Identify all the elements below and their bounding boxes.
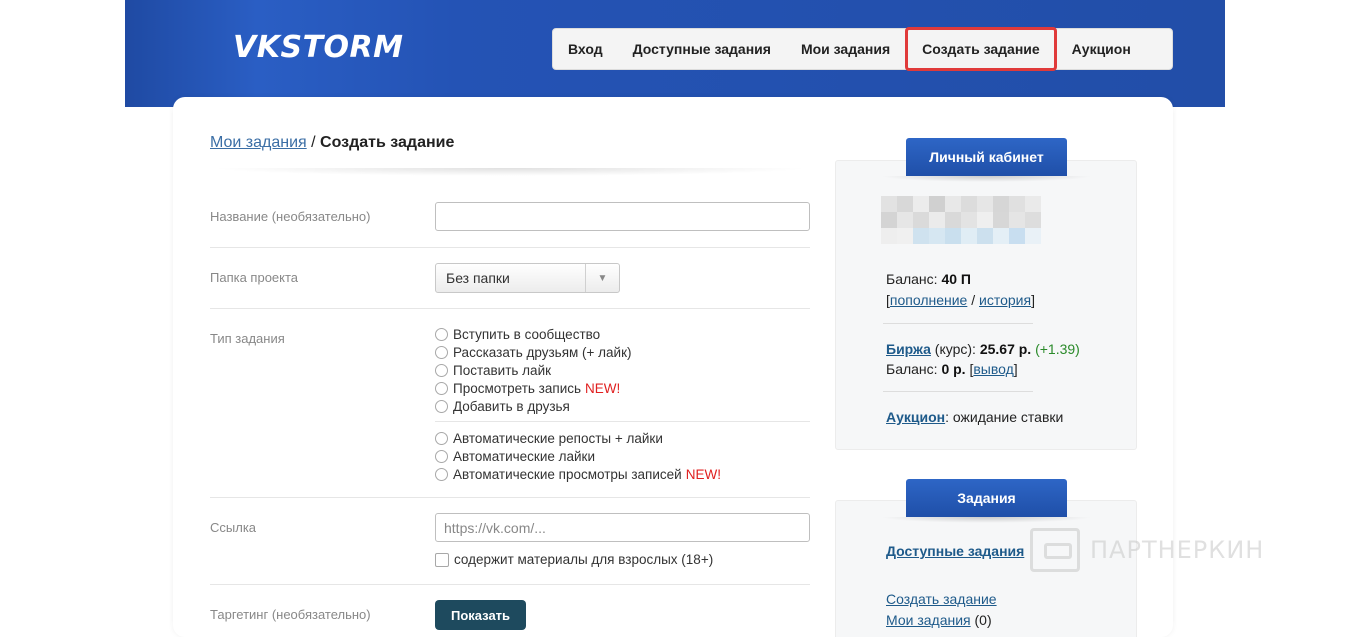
tab-shadow — [880, 517, 1093, 523]
targeting-label: Таргетинг (необязательно) — [210, 607, 371, 622]
create-task-row: Создать задание — [886, 591, 997, 607]
tasks-title: Задания — [906, 479, 1067, 517]
breadcrumb-shadow — [210, 168, 810, 176]
radio-join-community[interactable]: Вступить в сообщество — [435, 325, 632, 343]
nav-login[interactable]: Вход — [553, 28, 618, 70]
auction-status: Аукцион: ожидание ставки — [886, 409, 1063, 425]
radio-circle-icon — [435, 467, 448, 481]
my-tasks-row: Мои задания (0) — [886, 612, 992, 628]
link-input[interactable] — [435, 513, 810, 542]
chevron-down-icon: ▼ — [585, 264, 619, 292]
points-balance-label: Баланс: — [886, 271, 942, 287]
task-type-manual-list: Вступить в сообщество Рассказать друзьям… — [435, 325, 632, 415]
rub-balance-label: Баланс: — [886, 361, 942, 377]
avatar — [881, 196, 1041, 244]
radio-circle-icon — [435, 449, 448, 463]
exchange-rate-label: (курс): — [930, 341, 980, 357]
divider — [883, 323, 1033, 324]
nav-my-tasks[interactable]: Мои задания — [786, 28, 905, 70]
radio-label: Просмотреть запись — [453, 380, 582, 396]
folder-select[interactable]: Без папки ▼ — [435, 263, 620, 293]
radio-circle-icon — [435, 431, 448, 445]
create-task-link[interactable]: Создать задание — [886, 591, 997, 607]
history-link[interactable]: история — [979, 292, 1031, 308]
divider — [883, 391, 1033, 392]
task-type-label: Тип задания — [210, 331, 285, 346]
my-tasks-link[interactable]: Мои задания — [886, 612, 971, 628]
name-input[interactable] — [435, 202, 810, 231]
radio-label: Рассказать друзьям (+ лайк) — [453, 344, 632, 360]
auction-status-text: : ожидание ставки — [945, 409, 1064, 425]
show-targeting-button[interactable]: Показать — [435, 600, 526, 630]
new-badge: NEW! — [685, 466, 721, 482]
my-tasks-count: (0) — [974, 612, 992, 628]
available-tasks-link[interactable]: Доступные задания — [886, 543, 1024, 559]
watermark-text: ПАРТНЕРКИН — [1090, 536, 1265, 564]
name-label: Название (необязательно) — [210, 209, 371, 224]
divider — [210, 308, 810, 309]
breadcrumb-separator: / — [306, 134, 321, 151]
balance-links: [пополнение / история] — [886, 292, 1035, 308]
link-label: Ссылка — [210, 520, 257, 535]
exchange-rate-value: 25.67 р. — [979, 341, 1032, 357]
divider — [210, 497, 810, 498]
watermark-logo-icon — [1030, 528, 1080, 572]
divider — [210, 584, 810, 585]
radio-label: Автоматические лайки — [453, 448, 596, 464]
radio-circle-icon — [435, 399, 448, 413]
tab-shadow — [880, 176, 1093, 182]
radio-label: Вступить в сообщество — [453, 326, 601, 342]
divider — [210, 247, 810, 248]
page-background — [0, 0, 125, 637]
adult-content-label: содержит материалы для взрослых (18+) — [454, 552, 714, 567]
points-balance-value: 40 П — [941, 271, 971, 287]
radio-label: Автоматические просмотры записей — [453, 466, 682, 482]
radio-share-friends[interactable]: Рассказать друзьям (+ лайк) — [435, 343, 632, 361]
exchange-rate: Биржа (курс): 25.67 р. (+1.39) — [886, 341, 1080, 357]
site-logo[interactable]: VKSTORM — [233, 30, 404, 65]
radio-auto-views[interactable]: Автоматические просмотры записей NEW! — [435, 465, 721, 483]
auction-link[interactable]: Аукцион — [886, 409, 945, 425]
new-badge: NEW! — [585, 380, 621, 396]
rub-balance-value: 0 р. — [941, 361, 966, 377]
radio-circle-icon — [435, 363, 448, 377]
radio-view-post[interactable]: Просмотреть запись NEW! — [435, 379, 632, 397]
cabinet-title: Личный кабинет — [906, 138, 1067, 176]
watermark: ПАРТНЕРКИН — [1030, 528, 1264, 572]
radio-auto-reposts-likes[interactable]: Автоматические репосты + лайки — [435, 429, 721, 447]
radio-circle-icon — [435, 327, 448, 341]
exchange-delta: (+1.39) — [1035, 341, 1080, 357]
radio-label: Поставить лайк — [453, 362, 552, 378]
radio-like[interactable]: Поставить лайк — [435, 361, 632, 379]
breadcrumb: Мои задания / Создать задание — [210, 134, 454, 152]
task-type-auto-list: Автоматические репосты + лайки Автоматич… — [435, 429, 721, 483]
points-balance: Баланс: 40 П — [886, 271, 971, 287]
rub-balance: Баланс: 0 р. [вывод] — [886, 361, 1018, 377]
radio-label: Автоматические репосты + лайки — [453, 430, 663, 446]
checkbox-icon — [435, 552, 449, 567]
withdraw-link[interactable]: вывод — [973, 361, 1013, 377]
folder-label: Папка проекта — [210, 270, 299, 285]
breadcrumb-my-tasks-link[interactable]: Мои задания — [210, 134, 307, 151]
nav-create-task[interactable]: Создать задание — [905, 27, 1057, 71]
radio-circle-icon — [435, 345, 448, 359]
radio-label: Добавить в друзья — [453, 398, 570, 414]
adult-content-checkbox[interactable]: содержит материалы для взрослых (18+) — [435, 552, 713, 567]
radio-circle-icon — [435, 381, 448, 395]
radio-group-divider — [435, 421, 810, 422]
radio-add-friend[interactable]: Добавить в друзья — [435, 397, 632, 415]
topup-link[interactable]: пополнение — [890, 292, 967, 308]
breadcrumb-current: Создать задание — [320, 134, 455, 151]
nav-available-tasks[interactable]: Доступные задания — [618, 28, 786, 70]
exchange-link[interactable]: Биржа — [886, 341, 931, 357]
radio-auto-likes[interactable]: Автоматические лайки — [435, 447, 721, 465]
top-navigation: Вход Доступные задания Мои задания Созда… — [552, 27, 1173, 71]
nav-auction[interactable]: Аукцион — [1057, 28, 1146, 70]
folder-select-value: Без папки — [446, 270, 510, 286]
available-tasks-row: Доступные задания — [886, 543, 1024, 559]
